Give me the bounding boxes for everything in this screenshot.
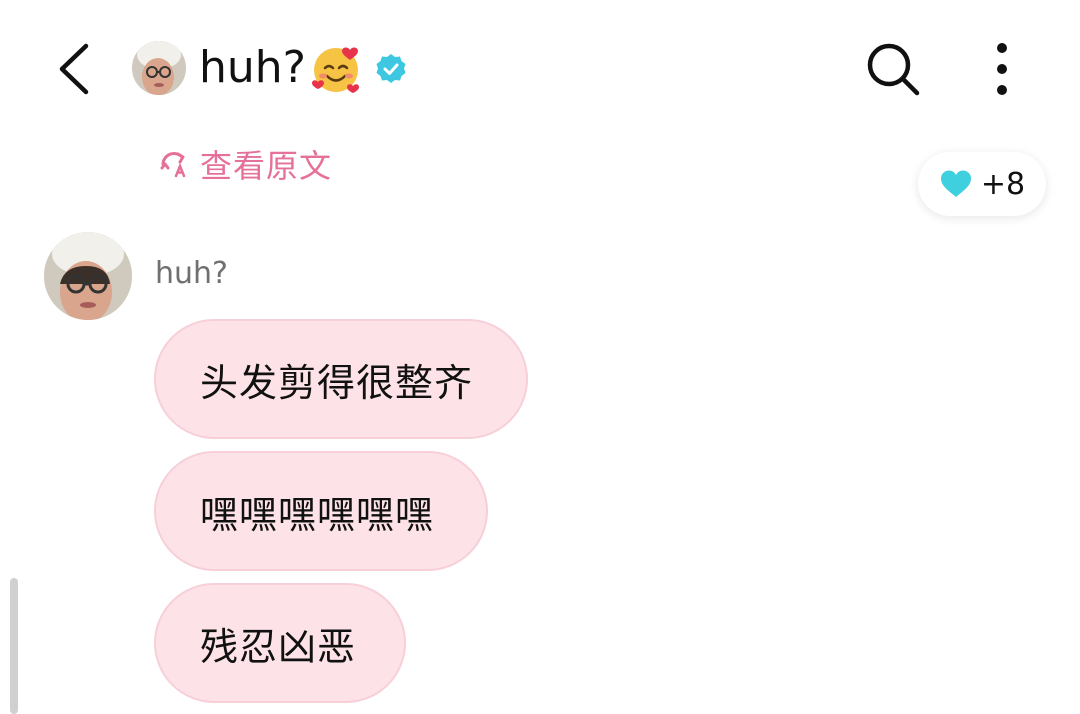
avatar-image xyxy=(132,41,186,95)
message-bubble[interactable]: 嘿嘿嘿嘿嘿嘿 xyxy=(154,451,488,571)
heart-icon xyxy=(940,170,971,197)
sender-name: huh? xyxy=(155,256,228,291)
chevron-left-icon xyxy=(59,43,89,95)
view-original-label: 查看原文 xyxy=(200,147,333,185)
search-icon xyxy=(867,43,920,96)
message-bubble[interactable]: 残忍凶恶 xyxy=(154,583,406,703)
sender-avatar[interactable] xyxy=(44,232,132,320)
view-original-link[interactable]: 查看原文 xyxy=(158,143,332,185)
back-button[interactable] xyxy=(56,42,96,96)
more-options-button[interactable] xyxy=(986,40,1018,98)
avatar[interactable] xyxy=(132,41,186,95)
message-bubble[interactable]: 头发剪得很整齐 xyxy=(154,319,528,439)
more-vertical-icon xyxy=(997,43,1007,95)
translate-icon xyxy=(160,152,186,178)
verified-badge-icon xyxy=(375,53,407,85)
scrollbar[interactable] xyxy=(10,578,18,714)
smiling-face-with-hearts-icon xyxy=(309,42,363,96)
chat-title: huh? xyxy=(199,42,307,93)
reaction-badge[interactable]: +8 xyxy=(918,152,1046,216)
search-button[interactable] xyxy=(864,40,922,98)
avatar-image xyxy=(44,232,132,320)
reaction-count: +8 xyxy=(980,166,1026,202)
